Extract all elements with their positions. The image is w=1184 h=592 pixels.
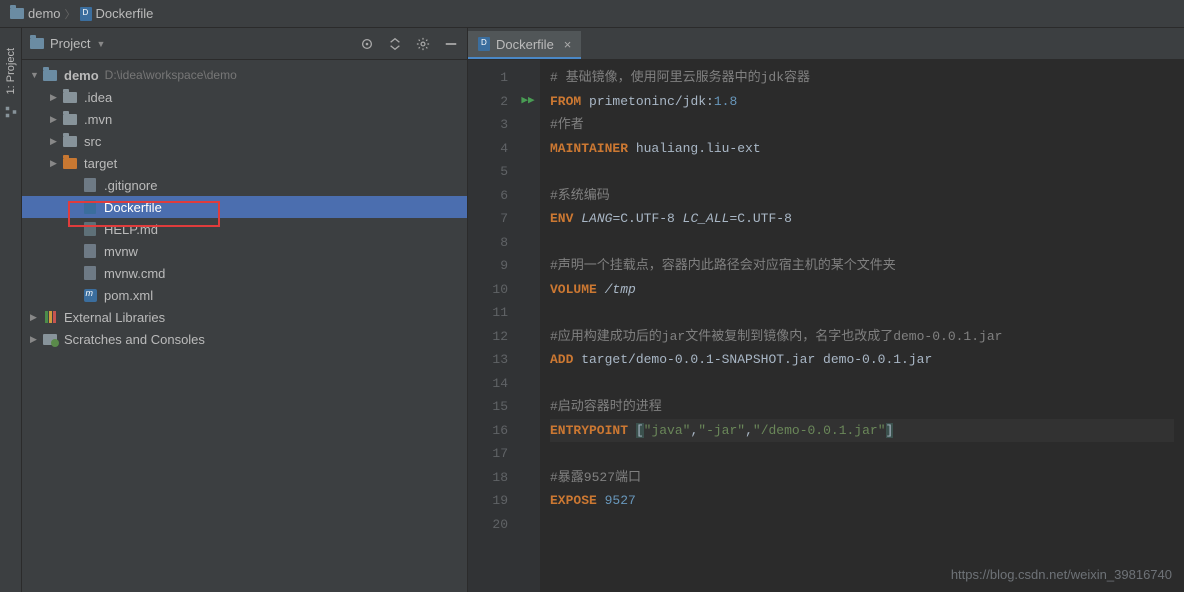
run-marker [516, 254, 540, 278]
editor-tabs: Dockerfile × [468, 28, 1184, 60]
markdown-file-icon [84, 222, 96, 236]
dropdown-icon[interactable]: ▼ [96, 39, 105, 49]
settings-icon[interactable] [415, 36, 431, 52]
tree-item-mvnw-cmd[interactable]: mvnw.cmd [22, 262, 467, 284]
run-marker [516, 231, 540, 255]
run-marker [516, 489, 540, 513]
folder-icon [43, 70, 57, 81]
run-marker[interactable]: ▶▶ [516, 90, 540, 114]
tree-scratches[interactable]: ▶ Scratches and Consoles [22, 328, 467, 350]
hide-icon[interactable] [443, 36, 459, 52]
docker-file-icon [80, 7, 92, 21]
tree-root-label: demo [64, 68, 99, 83]
sidebar-header: Project ▼ [22, 28, 467, 60]
run-marker [516, 325, 540, 349]
editor-body[interactable]: 1234567891011121314151617181920 ▶▶ # 基础镜… [468, 60, 1184, 592]
file-icon [84, 244, 96, 258]
tree-root-path: D:\idea\workspace\demo [105, 68, 237, 82]
tree-item-mvnw[interactable]: mvnw [22, 240, 467, 262]
run-marker [516, 466, 540, 490]
project-tree[interactable]: ▼ demo D:\idea\workspace\demo ▶ .idea ▶ .mv… [22, 60, 467, 592]
docker-file-icon [84, 200, 96, 214]
tree-item-target[interactable]: ▶ target [22, 152, 467, 174]
scratches-icon [43, 334, 57, 345]
tool-window-stripe: 1: Project [0, 28, 22, 592]
folder-icon [63, 114, 77, 125]
run-marker [516, 160, 540, 184]
breadcrumb-root-label: demo [28, 6, 61, 21]
expand-arrow-icon[interactable]: ▶ [50, 158, 62, 169]
run-marker [516, 66, 540, 90]
run-marker [516, 348, 540, 372]
structure-tool-icon[interactable] [3, 102, 19, 122]
expand-arrow-icon[interactable]: ▶ [50, 114, 62, 125]
expand-arrow-icon[interactable]: ▶ [50, 92, 62, 103]
tree-root[interactable]: ▼ demo D:\idea\workspace\demo [22, 64, 467, 86]
expand-arrow-icon[interactable]: ▶ [50, 136, 62, 147]
run-marker [516, 207, 540, 231]
tree-item--mvn[interactable]: ▶ .mvn [22, 108, 467, 130]
close-tab-icon[interactable]: × [564, 37, 572, 52]
tree-item--idea[interactable]: ▶ .idea [22, 86, 467, 108]
sidebar-title-label: Project [50, 36, 90, 51]
tree-item-src[interactable]: ▶ src [22, 130, 467, 152]
run-marker [516, 513, 540, 537]
run-marker [516, 278, 540, 302]
docker-file-icon [478, 37, 490, 51]
breadcrumb-file[interactable]: Dockerfile [80, 6, 154, 21]
breadcrumb-bar: demo 〉 Dockerfile [0, 0, 1184, 28]
expand-icon[interactable] [387, 36, 403, 52]
folder-icon [10, 8, 24, 19]
tree-item-pom-xml[interactable]: pom.xml [22, 284, 467, 306]
file-icon [84, 178, 96, 192]
run-marker [516, 113, 540, 137]
breadcrumb-root[interactable]: demo [10, 6, 61, 21]
project-sidebar: Project ▼ ▼ demo D:\idea\workspace\demo … [22, 28, 468, 592]
editor-pane: Dockerfile × 123456789101112131415161718… [468, 28, 1184, 592]
tree-item-label: mvnw.cmd [104, 266, 165, 281]
expand-arrow-icon[interactable]: ▶ [30, 334, 42, 345]
watermark: https://blog.csdn.net/weixin_39816740 [951, 567, 1172, 582]
line-gutter: 1234567891011121314151617181920 [468, 60, 516, 592]
scratches-label: Scratches and Consoles [64, 332, 205, 347]
tree-item-label: src [84, 134, 101, 149]
tree-item-label: Dockerfile [104, 200, 162, 215]
expand-arrow-icon[interactable]: ▶ [30, 312, 42, 323]
folder-icon [63, 92, 77, 103]
run-marker [516, 372, 540, 396]
run-marker [516, 442, 540, 466]
tree-item-label: HELP.md [104, 222, 158, 237]
tree-external-libs[interactable]: ▶ External Libraries [22, 306, 467, 328]
tree-item-label: pom.xml [104, 288, 153, 303]
locate-icon[interactable] [359, 36, 375, 52]
run-marker [516, 137, 540, 161]
editor-tab-label: Dockerfile [496, 37, 554, 52]
breadcrumb-file-label: Dockerfile [96, 6, 154, 21]
tree-item-label: target [84, 156, 117, 171]
external-libs-label: External Libraries [64, 310, 165, 325]
file-icon [84, 266, 96, 280]
tree-item-dockerfile[interactable]: Dockerfile [22, 196, 467, 218]
project-icon [30, 38, 44, 49]
tree-item-label: mvnw [104, 244, 138, 259]
expand-arrow-icon[interactable]: ▼ [30, 70, 42, 80]
tree-item-help-md[interactable]: HELP.md [22, 218, 467, 240]
code-area[interactable]: # 基础镜像，使用阿里云服务器中的jdk容器FROM primetoninc/j… [540, 60, 1184, 592]
tree-item-label: .gitignore [104, 178, 157, 193]
tree-item-label: .mvn [84, 112, 112, 127]
run-gutter: ▶▶ [516, 60, 540, 592]
tree-item--gitignore[interactable]: .gitignore [22, 174, 467, 196]
tree-item-label: .idea [84, 90, 112, 105]
project-tool-tab[interactable]: 1: Project [5, 48, 17, 94]
maven-file-icon [84, 289, 97, 302]
library-icon [45, 311, 56, 323]
run-marker [516, 419, 540, 443]
run-marker [516, 184, 540, 208]
editor-tab-dockerfile[interactable]: Dockerfile × [468, 31, 581, 59]
run-marker [516, 301, 540, 325]
chevron-right-icon: 〉 [65, 6, 76, 22]
run-marker [516, 395, 540, 419]
folder-icon [63, 158, 77, 169]
folder-icon [63, 136, 77, 147]
